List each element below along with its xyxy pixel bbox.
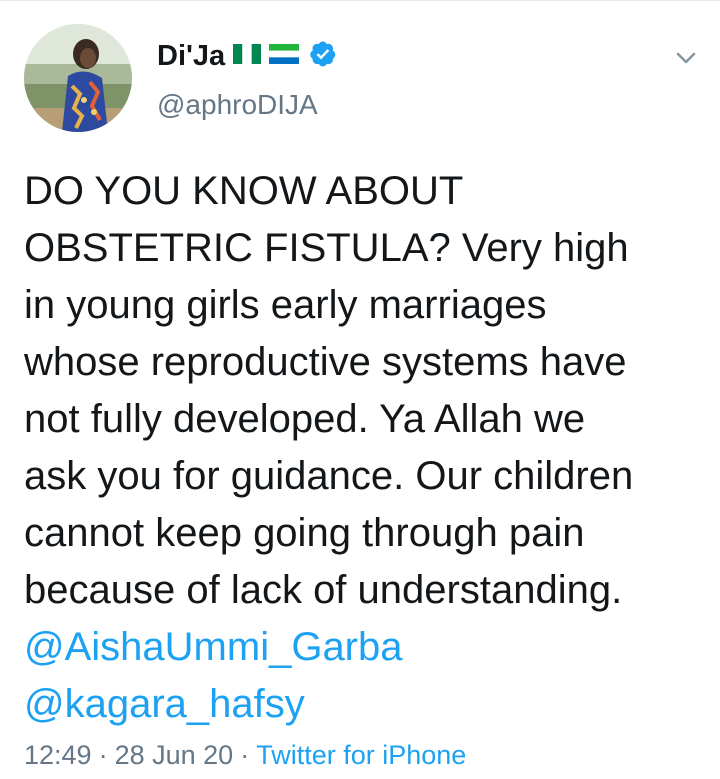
tweet-text-line: cannot keep going through pain bbox=[24, 511, 585, 555]
tweet-date[interactable]: 28 Jun 20 bbox=[115, 740, 234, 770]
tweet-text: DO YOU KNOW ABOUT OBSTETRIC FISTULA? Ver… bbox=[24, 163, 704, 733]
tweet-text-line: in young girls early marriages bbox=[24, 283, 547, 327]
tweet-text-line: not fully developed. Ya Allah we bbox=[24, 397, 586, 441]
sierra-leone-flag-icon bbox=[269, 43, 300, 69]
tweet-text-line: whose reproductive systems have bbox=[24, 340, 627, 384]
user-handle[interactable]: @aphroDIJA bbox=[157, 89, 318, 121]
name-row: Di'Ja bbox=[157, 36, 337, 76]
meta-separator: · bbox=[98, 740, 108, 770]
mention-link[interactable]: @AishaUmmi_Garba bbox=[24, 619, 704, 676]
chevron-down-icon[interactable] bbox=[672, 44, 700, 72]
tweet-text-line: because of lack of understanding. bbox=[24, 568, 623, 612]
tweet-card[interactable]: Di'Ja @aphroDIJA DO YOU KNOW ABOUT OBSTE… bbox=[0, 0, 720, 779]
tweet-time[interactable]: 12:49 bbox=[24, 740, 92, 770]
display-name[interactable]: Di'Ja bbox=[157, 40, 225, 73]
tweet-meta: 12:49 · 28 Jun 20 · Twitter for iPhone bbox=[24, 740, 466, 771]
nigeria-flag-icon bbox=[233, 43, 262, 69]
tweet-text-line: DO YOU KNOW ABOUT bbox=[24, 169, 464, 213]
tweet-text-line: OBSTETRIC FISTULA? Very high bbox=[24, 226, 629, 270]
tweet-text-line: ask you for guidance. Our children bbox=[24, 454, 634, 498]
avatar[interactable] bbox=[24, 24, 132, 132]
tweet-source-link[interactable]: Twitter for iPhone bbox=[256, 740, 466, 770]
meta-separator: · bbox=[240, 740, 250, 770]
mention-link[interactable]: @kagara_hafsy bbox=[24, 676, 704, 733]
verified-badge-icon bbox=[309, 40, 337, 73]
